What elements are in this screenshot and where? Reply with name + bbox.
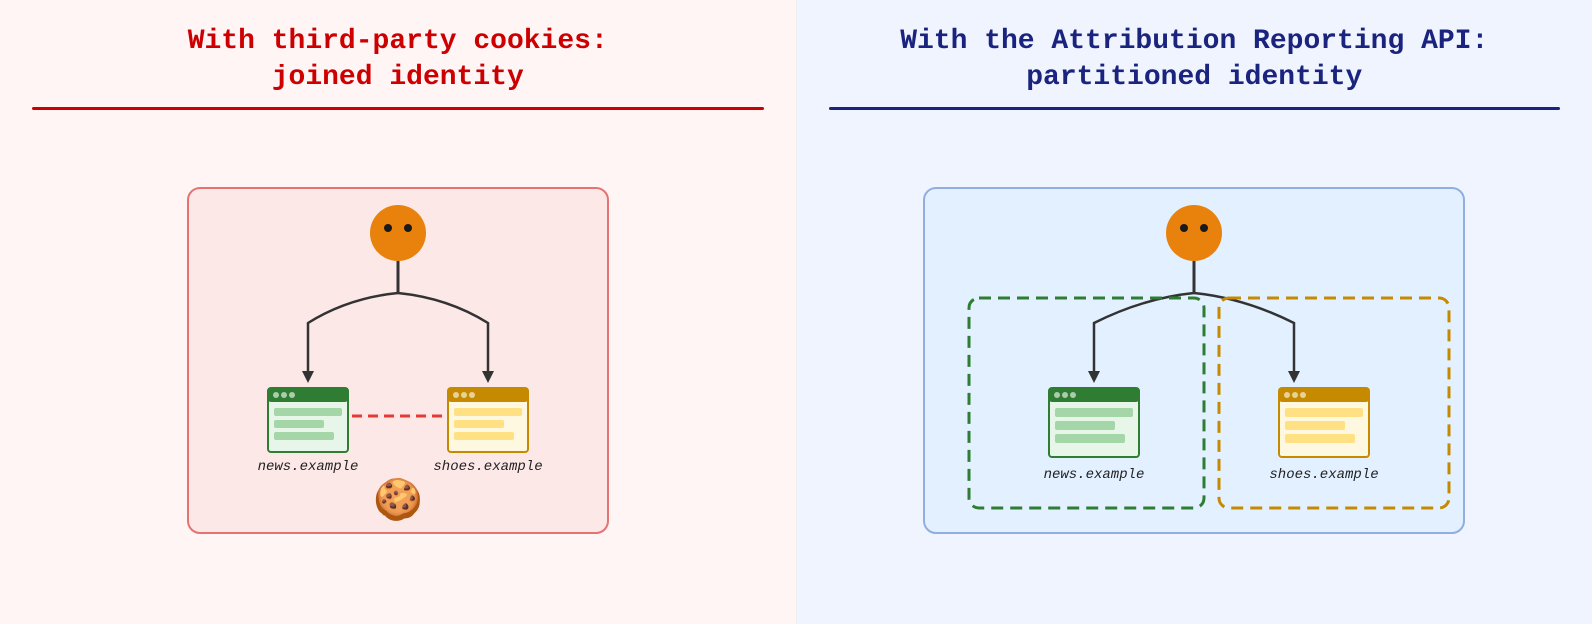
svg-text:news.example: news.example (1044, 467, 1145, 483)
svg-text:shoes.example: shoes.example (433, 459, 542, 475)
left-title-line1: With third-party cookies: (188, 26, 608, 57)
left-title-line2: joined identity (272, 62, 524, 93)
right-title-line2: partitioned identity (1026, 62, 1362, 93)
right-panel: With the Attribution Reporting API: part… (797, 0, 1592, 624)
right-title: With the Attribution Reporting API: part… (829, 24, 1561, 97)
left-divider (32, 107, 764, 110)
svg-text:news.example: news.example (257, 459, 358, 475)
right-title-line1: With the Attribution Reporting API: (900, 26, 1488, 57)
left-title: With third-party cookies: joined identit… (32, 24, 764, 97)
left-diagram: news.example shoes.example 🍪 (32, 126, 764, 600)
svg-text:shoes.example: shoes.example (1270, 467, 1379, 483)
svg-text:🍪: 🍪 (373, 476, 423, 522)
right-diagram: news.example shoes.example (829, 126, 1561, 600)
left-panel: With third-party cookies: joined identit… (0, 0, 797, 624)
right-divider (829, 107, 1561, 110)
